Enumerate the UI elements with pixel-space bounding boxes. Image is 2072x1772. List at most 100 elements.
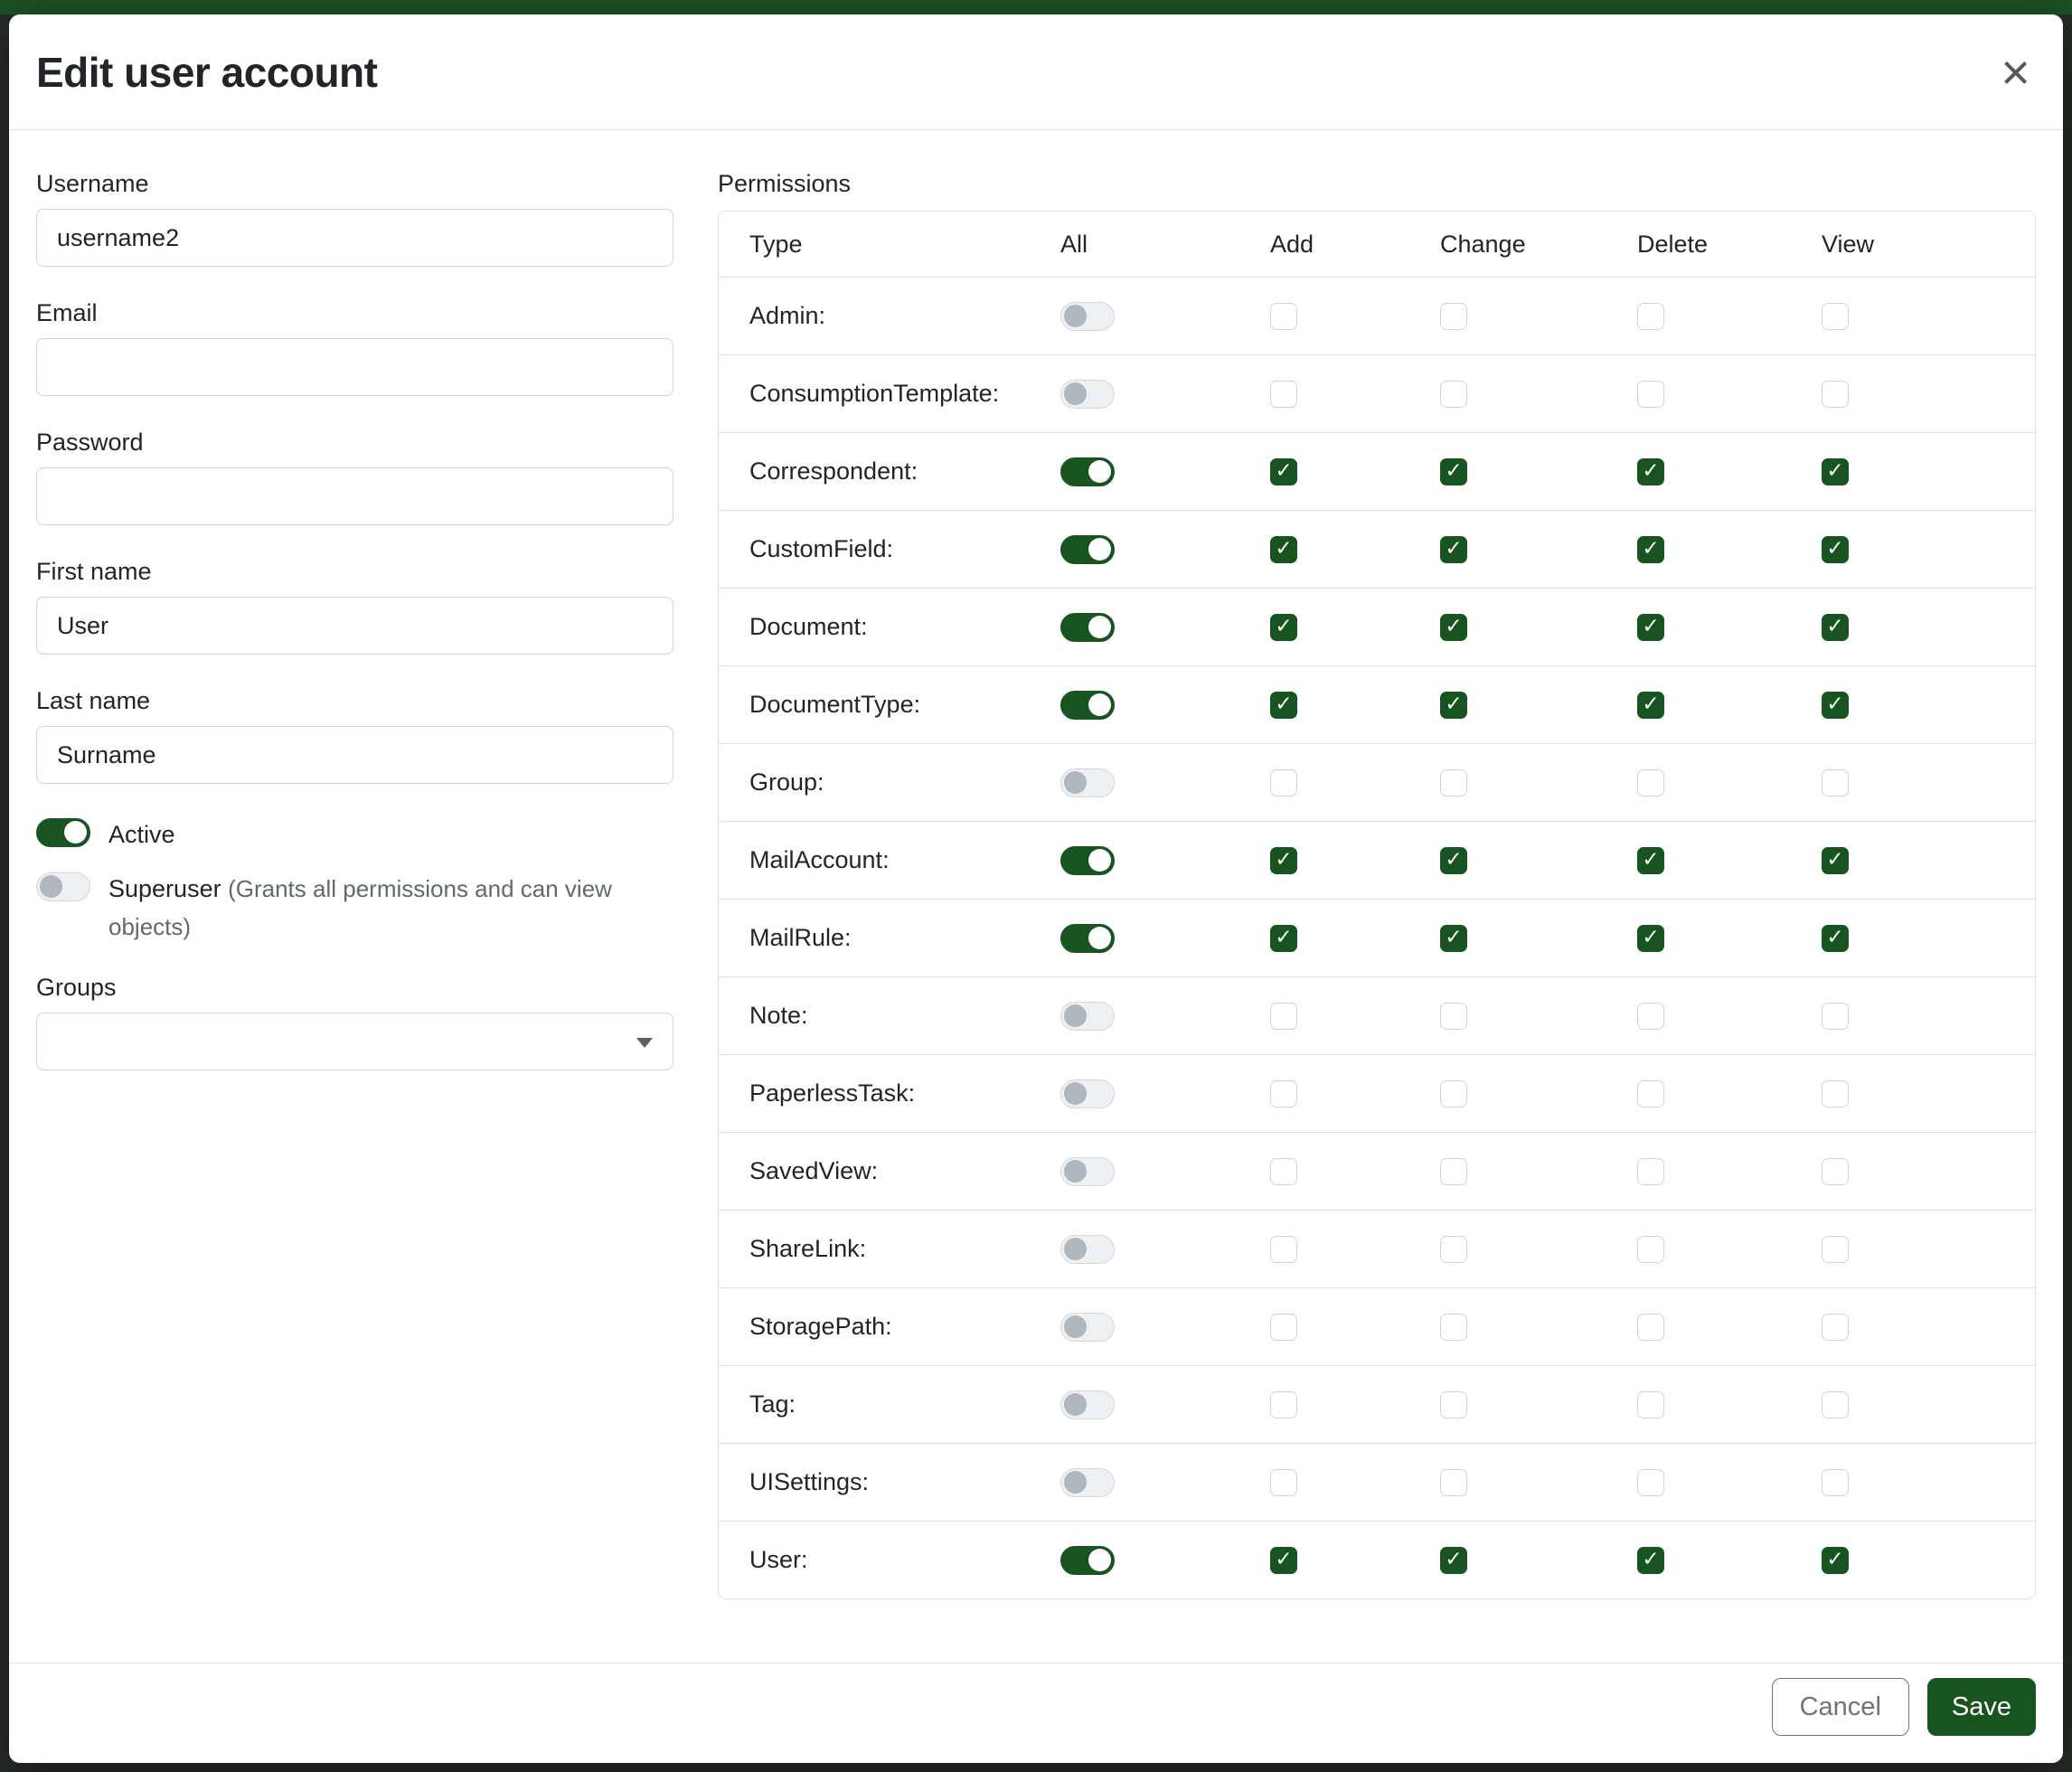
permission-view-checkbox[interactable] [1822, 1236, 1849, 1263]
permission-add-checkbox[interactable] [1270, 536, 1297, 563]
permission-change-checkbox[interactable] [1440, 1469, 1467, 1496]
permission-add-checkbox[interactable] [1270, 847, 1297, 874]
permission-view-checkbox[interactable] [1822, 1158, 1849, 1185]
permission-delete-checkbox[interactable] [1637, 1158, 1664, 1185]
permission-all-toggle[interactable] [1060, 1235, 1115, 1264]
permission-add-checkbox[interactable] [1270, 303, 1297, 330]
permission-delete-checkbox[interactable] [1637, 1469, 1664, 1496]
permission-view-cell [1822, 1469, 2035, 1496]
permission-delete-checkbox[interactable] [1637, 303, 1664, 330]
permission-add-checkbox[interactable] [1270, 614, 1297, 641]
permission-view-checkbox[interactable] [1822, 847, 1849, 874]
permission-all-toggle[interactable] [1060, 1390, 1115, 1419]
permission-add-checkbox[interactable] [1270, 1158, 1297, 1185]
permission-delete-checkbox[interactable] [1637, 692, 1664, 719]
permission-change-checkbox[interactable] [1440, 847, 1467, 874]
permission-add-checkbox[interactable] [1270, 769, 1297, 796]
permission-view-cell [1822, 1158, 2035, 1185]
permission-all-toggle[interactable] [1060, 613, 1115, 642]
permission-change-checkbox[interactable] [1440, 458, 1467, 485]
permission-delete-checkbox[interactable] [1637, 614, 1664, 641]
permission-delete-checkbox[interactable] [1637, 458, 1664, 485]
permission-all-toggle[interactable] [1060, 1546, 1115, 1575]
permission-delete-checkbox[interactable] [1637, 536, 1664, 563]
permission-add-checkbox[interactable] [1270, 381, 1297, 408]
permission-all-toggle[interactable] [1060, 1079, 1115, 1108]
permission-all-toggle[interactable] [1060, 1468, 1115, 1497]
permission-change-checkbox[interactable] [1440, 1547, 1467, 1574]
permission-view-checkbox[interactable] [1822, 1469, 1849, 1496]
email-field[interactable] [36, 338, 673, 396]
first-name-input[interactable] [36, 597, 673, 655]
permission-add-checkbox[interactable] [1270, 692, 1297, 719]
permission-change-checkbox[interactable] [1440, 1236, 1467, 1263]
permission-view-checkbox[interactable] [1822, 536, 1849, 563]
permission-delete-checkbox[interactable] [1637, 925, 1664, 952]
permission-change-checkbox[interactable] [1440, 769, 1467, 796]
permission-add-checkbox[interactable] [1270, 458, 1297, 485]
permission-view-checkbox[interactable] [1822, 692, 1849, 719]
permission-view-checkbox[interactable] [1822, 1314, 1849, 1341]
permission-all-toggle[interactable] [1060, 924, 1115, 953]
permission-delete-checkbox[interactable] [1637, 1391, 1664, 1419]
active-toggle[interactable] [36, 818, 90, 847]
permission-delete-checkbox[interactable] [1637, 1314, 1664, 1341]
save-button[interactable]: Save [1927, 1678, 2036, 1736]
username-input[interactable] [36, 209, 673, 267]
permission-delete-checkbox[interactable] [1637, 1236, 1664, 1263]
permission-all-toggle[interactable] [1060, 846, 1115, 875]
permission-all-toggle[interactable] [1060, 457, 1115, 486]
permission-add-checkbox[interactable] [1270, 925, 1297, 952]
toggle-knob [1088, 538, 1111, 561]
permission-view-checkbox[interactable] [1822, 769, 1849, 796]
permission-view-checkbox[interactable] [1822, 458, 1849, 485]
permission-all-toggle[interactable] [1060, 302, 1115, 331]
permission-all-toggle[interactable] [1060, 691, 1115, 720]
permission-view-checkbox[interactable] [1822, 381, 1849, 408]
permission-all-toggle[interactable] [1060, 380, 1115, 409]
permission-change-checkbox[interactable] [1440, 692, 1467, 719]
permission-add-checkbox[interactable] [1270, 1314, 1297, 1341]
permission-delete-checkbox[interactable] [1637, 1003, 1664, 1030]
permission-view-checkbox[interactable] [1822, 614, 1849, 641]
permission-change-checkbox[interactable] [1440, 614, 1467, 641]
permission-change-checkbox[interactable] [1440, 381, 1467, 408]
permission-delete-checkbox[interactable] [1637, 847, 1664, 874]
permission-change-checkbox[interactable] [1440, 1080, 1467, 1108]
permission-add-checkbox[interactable] [1270, 1080, 1297, 1108]
permission-change-checkbox[interactable] [1440, 925, 1467, 952]
permission-change-checkbox[interactable] [1440, 1003, 1467, 1030]
permission-view-checkbox[interactable] [1822, 925, 1849, 952]
permission-change-checkbox[interactable] [1440, 303, 1467, 330]
permission-change-checkbox[interactable] [1440, 1314, 1467, 1341]
permission-delete-checkbox[interactable] [1637, 1080, 1664, 1108]
permission-add-checkbox[interactable] [1270, 1391, 1297, 1419]
permission-all-toggle[interactable] [1060, 1002, 1115, 1031]
permission-view-checkbox[interactable] [1822, 1003, 1849, 1030]
permission-view-checkbox[interactable] [1822, 303, 1849, 330]
permission-view-checkbox[interactable] [1822, 1391, 1849, 1419]
permission-view-checkbox[interactable] [1822, 1080, 1849, 1108]
permission-view-checkbox[interactable] [1822, 1547, 1849, 1574]
groups-field-group: Groups [36, 974, 673, 1070]
permission-add-checkbox[interactable] [1270, 1003, 1297, 1030]
permission-all-toggle[interactable] [1060, 535, 1115, 564]
permission-all-toggle[interactable] [1060, 1313, 1115, 1342]
permission-add-checkbox[interactable] [1270, 1547, 1297, 1574]
groups-select[interactable] [36, 1013, 673, 1070]
permission-add-checkbox[interactable] [1270, 1469, 1297, 1496]
permission-all-toggle[interactable] [1060, 768, 1115, 797]
password-field[interactable] [36, 467, 673, 525]
superuser-toggle[interactable] [36, 872, 90, 901]
permission-all-toggle[interactable] [1060, 1157, 1115, 1186]
permission-delete-checkbox[interactable] [1637, 381, 1664, 408]
permission-change-checkbox[interactable] [1440, 1391, 1467, 1419]
last-name-input[interactable] [36, 726, 673, 784]
permission-change-checkbox[interactable] [1440, 1158, 1467, 1185]
cancel-button[interactable]: Cancel [1772, 1678, 1909, 1736]
permission-change-checkbox[interactable] [1440, 536, 1467, 563]
permission-delete-checkbox[interactable] [1637, 1547, 1664, 1574]
close-icon[interactable]: × [1995, 47, 2036, 98]
permission-add-checkbox[interactable] [1270, 1236, 1297, 1263]
permission-delete-checkbox[interactable] [1637, 769, 1664, 796]
